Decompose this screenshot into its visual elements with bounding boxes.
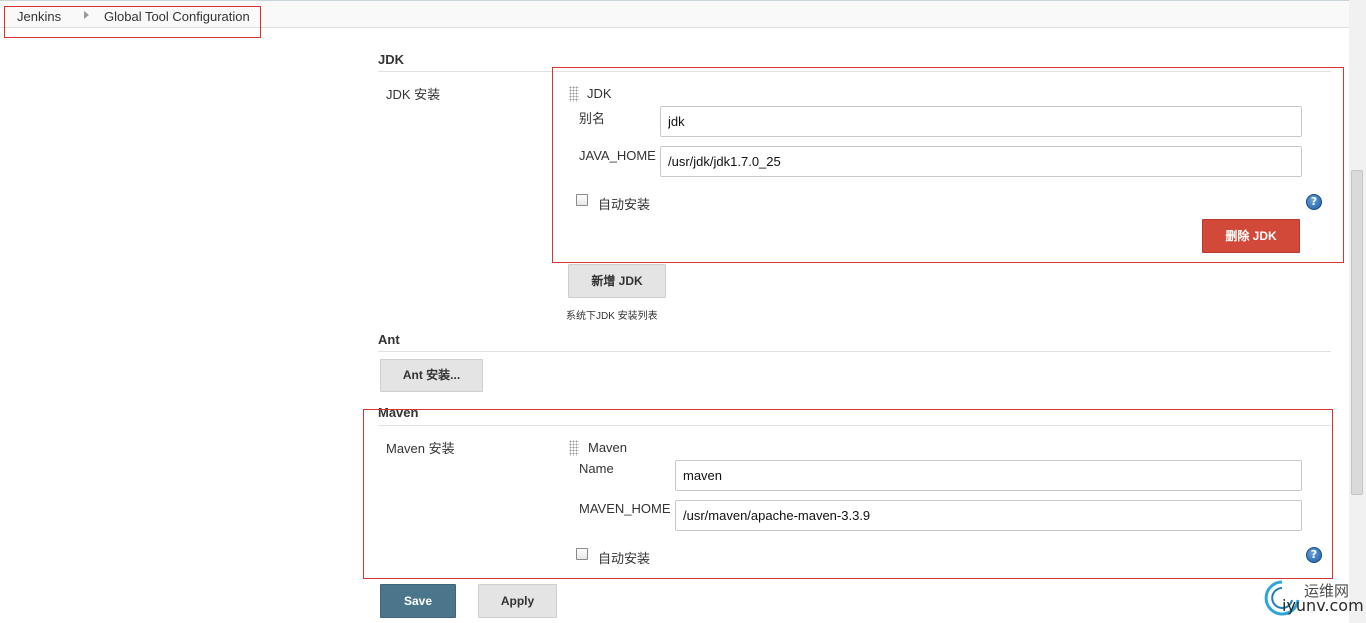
java-home-input[interactable] xyxy=(660,146,1302,177)
maven-auto-install-checkbox[interactable] xyxy=(576,548,588,560)
jdk-item-title: JDK xyxy=(587,86,612,101)
delete-jdk-button[interactable]: 删除 JDK xyxy=(1202,219,1300,253)
ant-install-button[interactable]: Ant 安装... xyxy=(380,359,483,392)
add-jdk-button[interactable]: 新增 JDK xyxy=(568,264,666,298)
maven-auto-install-label: 自动安装 xyxy=(598,551,651,566)
watermark-logo: 运维网 iyunv.com xyxy=(1262,576,1366,623)
annotation-box-maven xyxy=(363,409,1333,579)
section-divider xyxy=(378,351,1331,352)
drag-handle-icon[interactable] xyxy=(569,86,579,102)
help-icon[interactable]: ? xyxy=(1306,194,1322,210)
jdk-auto-install-label: 自动安装 xyxy=(598,197,651,212)
jdk-auto-install-checkbox[interactable] xyxy=(576,194,588,206)
help-icon[interactable]: ? xyxy=(1306,547,1322,563)
maven-item-title: Maven xyxy=(588,440,628,455)
watermark-en-text: iyunv.com xyxy=(1282,596,1364,615)
save-button[interactable]: Save xyxy=(380,584,456,618)
jdk-home-label: JAVA_HOME xyxy=(579,148,656,163)
annotation-box-breadcrumb xyxy=(4,6,261,38)
jdk-hint-text: 系统下JDK 安装列表 xyxy=(566,311,658,322)
apply-button[interactable]: Apply xyxy=(478,584,557,618)
maven-home-label: MAVEN_HOME xyxy=(579,501,671,516)
jdk-name-input[interactable] xyxy=(660,106,1302,137)
vertical-scrollbar[interactable] xyxy=(1349,0,1366,623)
ant-section-title: Ant xyxy=(378,332,400,347)
jdk-name-label: 别名 xyxy=(579,111,606,126)
jdk-section-title: JDK xyxy=(378,52,405,67)
maven-name-input[interactable] xyxy=(675,460,1302,491)
maven-name-label: Name xyxy=(579,461,614,476)
maven-installations-label: Maven 安装 xyxy=(386,441,455,456)
drag-handle-icon[interactable] xyxy=(569,440,579,456)
maven-home-input[interactable] xyxy=(675,500,1302,531)
scrollbar-thumb[interactable] xyxy=(1351,170,1363,495)
jdk-installations-label: JDK 安装 xyxy=(386,87,441,102)
